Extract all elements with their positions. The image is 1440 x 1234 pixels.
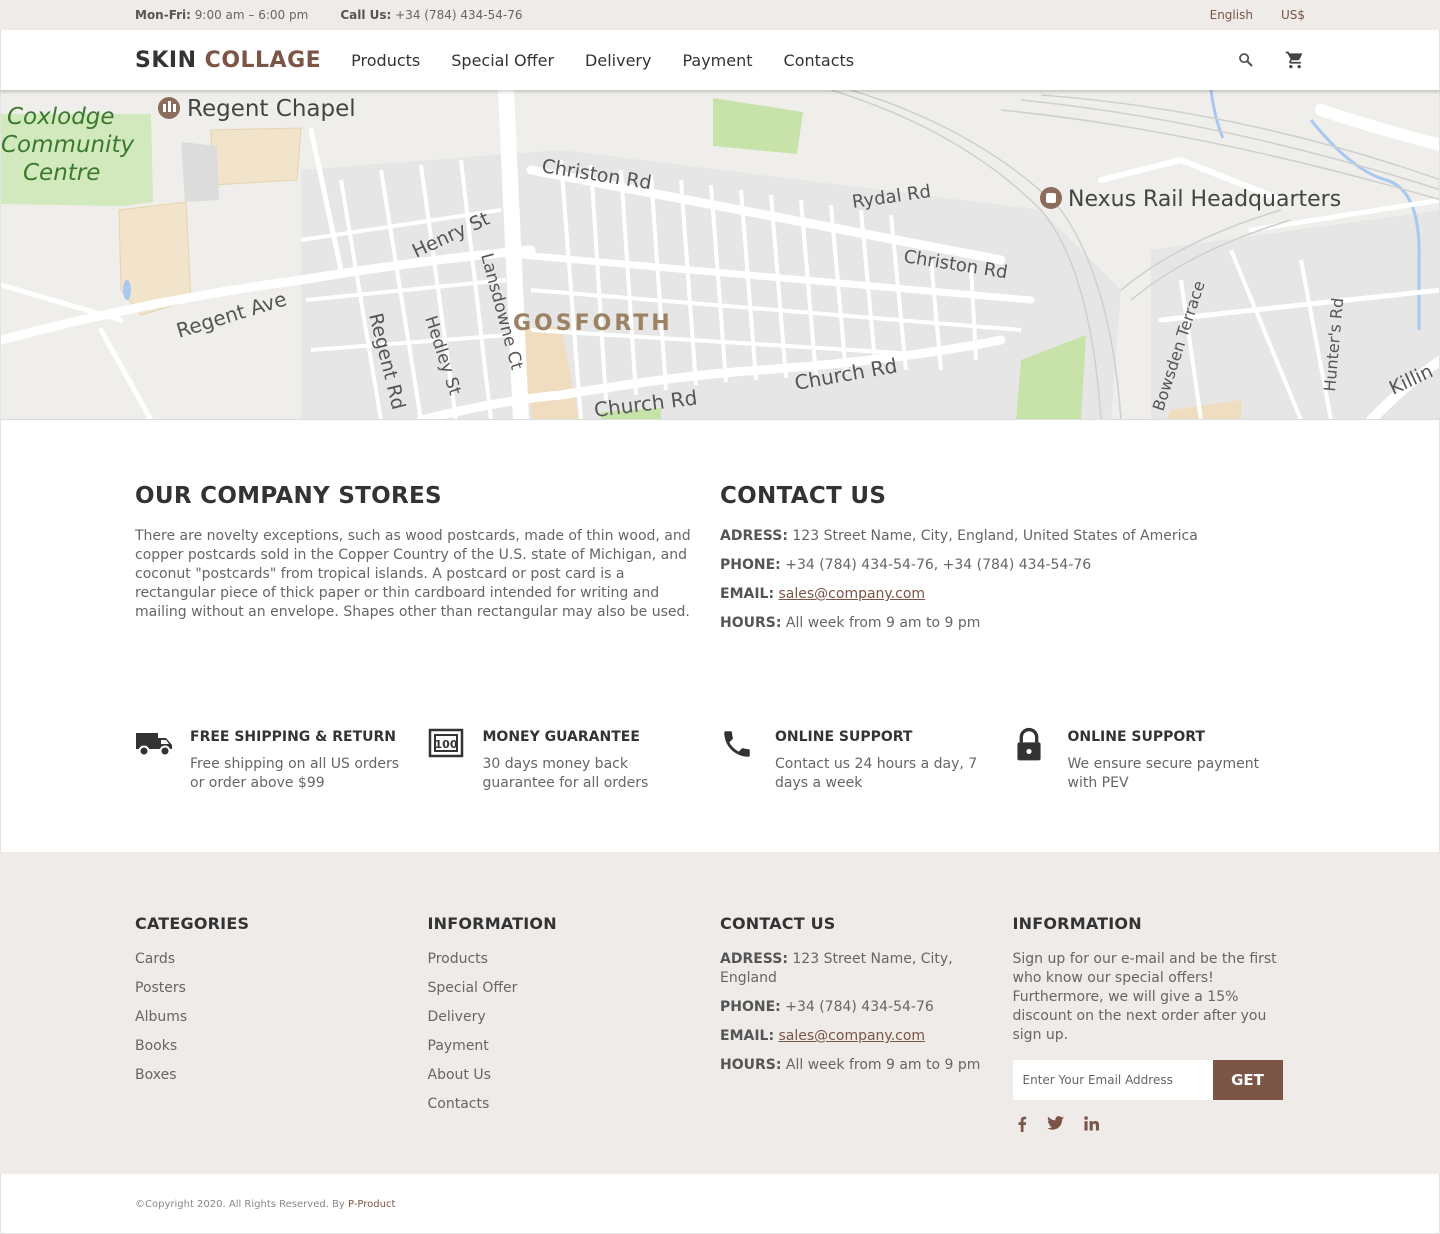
- twitter-icon[interactable]: [1046, 1116, 1064, 1136]
- footer-link-payment[interactable]: Payment: [428, 1037, 721, 1056]
- nav-products[interactable]: Products: [351, 51, 420, 70]
- footer-categories: CATEGORIES Cards Posters Albums Books Bo…: [135, 914, 428, 1136]
- footer-link-albums[interactable]: Albums: [135, 1008, 428, 1027]
- feature-text: Contact us 24 hours a day, 7 days a week: [775, 756, 978, 791]
- footer-link-posters[interactable]: Posters: [135, 979, 428, 998]
- footer: CATEGORIES Cards Posters Albums Books Bo…: [0, 852, 1440, 1174]
- map-label-coxlodge-3: Centre: [23, 160, 100, 186]
- footer-newsletter: INFORMATION Sign up for our e-mail and b…: [1012, 914, 1306, 1136]
- contact-phone: PHONE: +34 (784) 434-54-76, +34 (784) 43…: [720, 557, 1092, 573]
- feature-support: ONLINE SUPPORT Contact us 24 hours a day…: [720, 725, 1013, 793]
- money-icon: 100: [428, 728, 464, 763]
- contact-title: CONTACT US: [720, 483, 887, 509]
- company-stores: OUR COMPANY STORES There are novelty exc…: [135, 483, 720, 643]
- footer-link-boxes[interactable]: Boxes: [135, 1066, 428, 1085]
- footer-categories-title: CATEGORIES: [135, 914, 250, 933]
- footer-link-about-us[interactable]: About Us: [428, 1066, 721, 1085]
- newsletter-form: GET: [1012, 1060, 1283, 1100]
- footer-link-cards[interactable]: Cards: [135, 950, 428, 969]
- nav-contacts[interactable]: Contacts: [784, 51, 855, 70]
- cart-icon[interactable]: [1285, 50, 1305, 70]
- main-nav: Products Special Offer Delivery Payment …: [351, 51, 854, 70]
- feature-text: 30 days money back guarantee for all ord…: [482, 756, 649, 791]
- nav-special-offer[interactable]: Special Offer: [451, 51, 554, 70]
- map-label-gosforth: GOSFORTH: [513, 311, 673, 336]
- copyright-bar: ©Copyright 2020. All Rights Reserved. By…: [0, 1174, 1440, 1234]
- contact-email-link[interactable]: sales@company.com: [779, 586, 926, 602]
- feature-shipping: FREE SHIPPING & RETURN Free shipping on …: [135, 725, 428, 793]
- top-bar: Mon-Fri: 9:00 am – 6:00 pm Call Us: +34 …: [0, 0, 1440, 30]
- feature-money: 100 MONEY GUARANTEE 30 days money back g…: [428, 725, 721, 793]
- copyright-link[interactable]: P-Product: [348, 1199, 395, 1210]
- footer-link-special-offer[interactable]: Special Offer: [428, 979, 721, 998]
- footer-contact: CONTACT US ADRESS: 123 Street Name, City…: [720, 914, 1013, 1136]
- footer-link-products[interactable]: Products: [428, 950, 721, 969]
- footer-link-delivery[interactable]: Delivery: [428, 1008, 721, 1027]
- social-links: [1013, 1116, 1306, 1136]
- footer-email-link[interactable]: sales@company.com: [779, 1028, 926, 1044]
- lock-icon: [1013, 727, 1045, 767]
- contact-us: CONTACT US ADRESS: 123 Street Name, City…: [720, 483, 1305, 643]
- footer-contact-title: CONTACT US: [720, 914, 836, 933]
- business-hours: Mon-Fri: 9:00 am – 6:00 pm: [135, 8, 309, 22]
- facebook-icon[interactable]: [1017, 1116, 1027, 1136]
- get-button[interactable]: GET: [1212, 1060, 1283, 1100]
- header: SKIN COLLAGE Products Special Offer Deli…: [0, 30, 1440, 90]
- linkedin-icon[interactable]: [1083, 1116, 1099, 1136]
- logo[interactable]: SKIN COLLAGE: [135, 48, 321, 73]
- features-row: FREE SHIPPING & RETURN Free shipping on …: [135, 725, 1305, 793]
- footer-address: ADRESS: 123 Street Name, City, England: [720, 951, 953, 986]
- truck-icon: [135, 733, 175, 763]
- feature-text: We ensure secure payment with PEV: [1067, 756, 1260, 791]
- call-us: Call Us: +34 (784) 434-54-76: [340, 8, 523, 22]
- footer-email: EMAIL: sales@company.com: [720, 1028, 926, 1044]
- footer-information-title: INFORMATION: [427, 914, 557, 933]
- newsletter-text: Sign up for our e-mail and be the first …: [1012, 951, 1277, 1043]
- phone-icon: [720, 731, 754, 765]
- language-selector[interactable]: English: [1210, 8, 1253, 22]
- search-icon[interactable]: [1237, 51, 1255, 69]
- stores-text: There are novelty exceptions, such as wo…: [135, 528, 691, 620]
- copyright-text: ©Copyright 2020. All Rights Reserved. By…: [135, 1199, 396, 1210]
- footer-hours: HOURS: All week from 9 am to 9 pm: [720, 1057, 981, 1073]
- feature-text: Free shipping on all US orders or order …: [190, 756, 399, 791]
- feature-title: MONEY GUARANTEE: [482, 729, 640, 745]
- currency-selector[interactable]: US$: [1281, 8, 1305, 22]
- contact-hours: HOURS: All week from 9 am to 9 pm: [720, 615, 981, 631]
- footer-link-books[interactable]: Books: [135, 1037, 428, 1056]
- contact-address: ADRESS: 123 Street Name, City, England, …: [720, 528, 1198, 544]
- footer-newsletter-title: INFORMATION: [1012, 914, 1142, 933]
- email-input[interactable]: [1012, 1060, 1213, 1100]
- map-label-regent-chapel: Regent Chapel: [187, 96, 356, 122]
- footer-information: INFORMATION Products Special Offer Deliv…: [428, 914, 721, 1136]
- feature-title: ONLINE SUPPORT: [1067, 729, 1205, 745]
- feature-title: FREE SHIPPING & RETURN: [190, 729, 397, 745]
- footer-phone: PHONE: +34 (784) 434-54-76: [720, 999, 934, 1015]
- map-canvas: Coxlodge Community Centre Regent Chapel …: [1, 90, 1439, 419]
- contact-email: EMAIL: sales@company.com: [720, 586, 926, 602]
- map-label-coxlodge-2: Community: [1, 132, 135, 158]
- svg-text:100: 100: [434, 738, 457, 751]
- stores-title: OUR COMPANY STORES: [135, 483, 442, 509]
- map-label-coxlodge-1: Coxlodge: [7, 104, 115, 130]
- feature-secure: ONLINE SUPPORT We ensure secure payment …: [1013, 725, 1306, 793]
- nav-delivery[interactable]: Delivery: [585, 51, 651, 70]
- footer-link-contacts[interactable]: Contacts: [428, 1095, 721, 1114]
- map-label-nexus: Nexus Rail Headquarters: [1068, 187, 1341, 212]
- info-section: OUR COMPANY STORES There are novelty exc…: [0, 420, 1440, 852]
- store-map[interactable]: Coxlodge Community Centre Regent Chapel …: [0, 90, 1440, 420]
- nav-payment[interactable]: Payment: [682, 51, 752, 70]
- feature-title: ONLINE SUPPORT: [775, 729, 913, 745]
